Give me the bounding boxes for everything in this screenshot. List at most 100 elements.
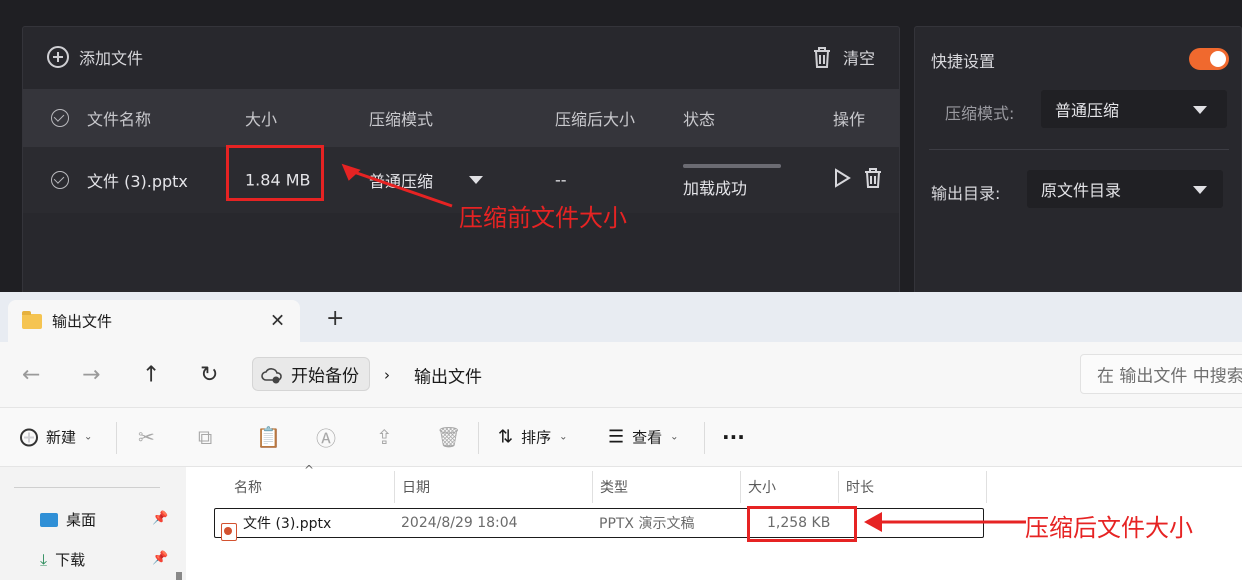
new-label: 新建 — [46, 428, 77, 447]
paste-icon[interactable]: 📋 — [256, 425, 281, 449]
plus-circle-icon — [47, 46, 69, 68]
play-icon[interactable] — [833, 168, 851, 192]
clear-label: 清空 — [842, 49, 875, 68]
file-list-panel: 添加文件 清空 文件名称 大小 压缩模式 压缩后大小 状态 操作 文件 (3).… — [22, 26, 900, 306]
column-header-size[interactable]: 大小 — [740, 467, 838, 507]
pin-icon[interactable]: 📌 — [152, 511, 168, 526]
col-name-header: 文件名称 — [87, 110, 152, 129]
column-header-date[interactable]: 日期 — [394, 467, 592, 507]
col-mode-header: 压缩模式 — [369, 110, 434, 129]
file-date: 2024/8/29 18:04 — [401, 515, 518, 531]
close-icon[interactable]: ✕ — [270, 311, 285, 332]
sort-label: 排序 — [521, 428, 552, 447]
col-status-header: 状态 — [683, 110, 716, 129]
add-file-button[interactable]: 添加文件 — [47, 45, 143, 69]
view-label: 查看 — [632, 428, 663, 447]
refresh-icon[interactable]: ↻ — [200, 362, 218, 387]
divider — [704, 422, 705, 454]
chevron-down-icon[interactable] — [469, 176, 483, 184]
desktop-icon — [40, 512, 58, 527]
annotation-arrow-icon — [864, 512, 1026, 532]
col-action-header: 操作 — [833, 110, 866, 129]
new-button[interactable]: 新建 ⌄ — [20, 427, 92, 448]
output-dropdown-value: 原文件目录 — [1041, 181, 1122, 200]
chevron-down-icon — [1193, 186, 1207, 194]
select-all-checkbox[interactable] — [51, 109, 69, 127]
more-options-icon[interactable]: ··· — [722, 425, 745, 449]
settings-title: 快捷设置 — [931, 52, 996, 71]
tab-bar: 输出文件 ✕ + — [0, 292, 1242, 342]
rename-icon[interactable]: Ⓐ — [316, 423, 336, 452]
cut-icon[interactable]: ✂ — [138, 425, 155, 449]
chevron-right-icon: › — [384, 365, 390, 384]
sidebar-item-downloads[interactable]: ⤓ 下载 — [40, 549, 85, 570]
column-header-name[interactable]: 名称 — [226, 467, 394, 507]
divider — [478, 422, 479, 454]
sort-icon: ⇅ — [498, 426, 514, 448]
status-text: 加载成功 — [683, 178, 748, 198]
table-header: 文件名称 大小 压缩模式 压缩后大小 状态 操作 — [23, 89, 899, 147]
up-icon[interactable]: ↑ — [142, 362, 160, 387]
back-icon[interactable]: ← — [22, 362, 40, 387]
tab-label: 输出文件 — [52, 312, 113, 331]
folder-icon — [22, 311, 42, 329]
column-header-type[interactable]: 类型 — [592, 467, 740, 507]
clear-button[interactable]: 清空 — [811, 45, 875, 69]
new-tab-icon[interactable]: + — [326, 306, 344, 331]
divider — [14, 487, 160, 488]
command-bar: 新建 ⌄ ✂ ⧉ 📋 Ⓐ ⇪ 🗑 ⇅ 排序 ⌄ ☰ 查看 ⌄ ··· — [0, 407, 1242, 467]
breadcrumb-root[interactable]: 开始备份 — [252, 357, 370, 391]
view-button[interactable]: ☰ 查看 ⌄ — [608, 427, 679, 448]
scrollbar[interactable] — [176, 572, 182, 580]
column-header-duration[interactable]: 时长 — [838, 467, 986, 507]
sidebar-item-label: 桌面 — [66, 511, 97, 529]
file-name: 文件 (3).pptx — [243, 516, 332, 532]
chevron-down-icon: ⌄ — [670, 431, 679, 443]
delete-icon[interactable]: 🗑 — [436, 425, 461, 449]
mode-dropdown-value: 普通压缩 — [1055, 101, 1120, 120]
output-label: 输出目录: — [931, 184, 1001, 203]
compressed-size: -- — [555, 170, 567, 190]
col-size-header: 大小 — [245, 110, 278, 129]
progress-fill — [683, 164, 781, 168]
file-name: 文件 (3).pptx — [87, 172, 188, 191]
size-highlight-box — [747, 506, 857, 542]
sidebar-item-desktop[interactable]: 桌面 — [40, 509, 96, 530]
trash-icon — [813, 47, 830, 68]
navigation-pane: 桌面 📌 ⤓ 下载 📌 — [0, 467, 186, 580]
output-dropdown[interactable]: 原文件目录 — [1027, 170, 1223, 208]
delete-icon[interactable] — [863, 167, 883, 193]
annotation-before: 压缩前文件大小 — [459, 204, 627, 232]
add-file-label: 添加文件 — [79, 49, 144, 68]
sidebar-item-label: 下载 — [55, 551, 86, 569]
size-highlight-box — [226, 145, 324, 201]
pin-icon[interactable]: 📌 — [152, 551, 168, 566]
file-type: PPTX 演示文稿 — [599, 516, 695, 532]
progress-bar — [683, 164, 781, 168]
search-input[interactable]: 在 输出文件 中搜索 — [1080, 354, 1242, 394]
address-bar: ← → ↑ ↻ 开始备份 › 输出文件 在 输出文件 中搜索 — [0, 342, 1242, 407]
quick-settings-toggle[interactable] — [1189, 48, 1229, 70]
divider — [929, 149, 1229, 150]
cloud-backup-icon — [261, 368, 282, 384]
breadcrumb-item: 开始备份 — [291, 366, 359, 387]
forward-icon[interactable]: → — [82, 362, 100, 387]
divider — [116, 422, 117, 454]
chevron-down-icon — [1193, 106, 1207, 114]
share-icon[interactable]: ⇪ — [376, 425, 393, 449]
chevron-down-icon: ⌄ — [84, 431, 93, 443]
sort-button[interactable]: ⇅ 排序 ⌄ — [498, 427, 568, 448]
quick-settings-panel: 快捷设置 压缩模式: 普通压缩 输出目录: 原文件目录 — [914, 26, 1242, 306]
breadcrumb-current[interactable]: 输出文件 — [414, 362, 482, 387]
view-icon: ☰ — [608, 426, 625, 448]
plus-circle-icon — [20, 428, 38, 446]
tab-output-folder[interactable]: 输出文件 ✕ — [8, 300, 300, 342]
pptx-file-icon — [221, 523, 237, 541]
row-checkbox[interactable] — [51, 171, 69, 189]
search-placeholder: 在 输出文件 中搜索 — [1097, 366, 1242, 387]
annotation-after: 压缩后文件大小 — [1025, 514, 1193, 542]
mode-dropdown[interactable]: 普通压缩 — [1041, 90, 1227, 128]
copy-icon[interactable]: ⧉ — [198, 425, 212, 449]
annotation-arrow-icon — [341, 163, 453, 208]
divider — [986, 471, 987, 503]
